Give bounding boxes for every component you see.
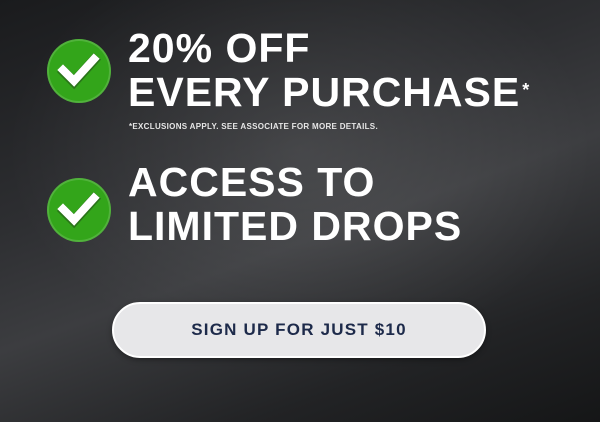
disclaimer-text: *EXCLUSIONS APPLY. SEE ASSOCIATE FOR MOR… xyxy=(129,122,378,131)
check-icon xyxy=(47,178,111,242)
sign-up-button-label: SIGN UP FOR JUST $10 xyxy=(191,320,407,339)
sign-up-button[interactable]: SIGN UP FOR JUST $10 xyxy=(112,302,486,358)
headline-line-2: EVERY PURCHASE * xyxy=(128,70,530,114)
benefit-headline: ACCESS TO LIMITED DROPS xyxy=(128,160,462,248)
headline-line-1: ACCESS TO xyxy=(128,159,376,205)
headline-line-2: LIMITED DROPS xyxy=(128,203,463,249)
footnote-asterisk: * xyxy=(522,80,531,100)
benefit-headline: 20% OFF EVERY PURCHASE * xyxy=(128,26,530,114)
headline-line-2-text: EVERY PURCHASE xyxy=(128,69,521,115)
promo-panel: 20% OFF EVERY PURCHASE * *EXCLUSIONS APPL… xyxy=(0,0,600,422)
check-icon xyxy=(47,39,111,103)
headline-line-1: 20% OFF xyxy=(128,25,311,71)
